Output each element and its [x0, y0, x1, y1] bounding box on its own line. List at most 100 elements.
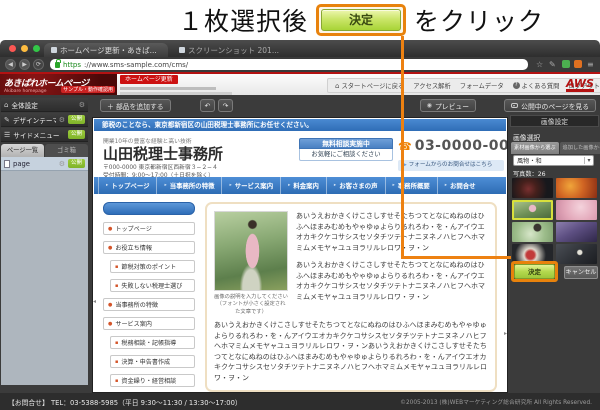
- back-button[interactable]: ◀: [5, 59, 16, 70]
- minimize-window-button[interactable]: [21, 45, 28, 52]
- nav-services[interactable]: ▸サービス案内: [221, 177, 280, 194]
- browser-tab-inactive[interactable]: スクリーンショット 201...: [172, 43, 292, 57]
- phone-block: ☎ 03-0000-0000: [398, 138, 507, 154]
- aws-brand-logo: AWS: [566, 78, 594, 92]
- annotation-suffix: をクリック: [414, 2, 544, 38]
- collapse-left-handle[interactable]: ◂: [93, 298, 96, 305]
- cancel-button[interactable]: キャンセル: [564, 266, 598, 279]
- arrow-icon: ▸: [393, 183, 395, 188]
- wrench-icon[interactable]: ✎: [549, 60, 556, 69]
- content-image-block[interactable]: 画像の説明を入力してください（フォントが小さく設定された文章です）: [214, 211, 288, 316]
- reload-button[interactable]: ⟳: [33, 59, 44, 70]
- bullet-icon: ●: [108, 245, 112, 251]
- menu-subitem[interactable]: ▪失敗しない税理士選び: [110, 279, 195, 292]
- confirm-button[interactable]: 決定: [514, 264, 555, 279]
- page-list-item[interactable]: page ⚙ 公開: [1, 157, 88, 171]
- menu-faq[interactable]: ? よくある質問: [513, 81, 560, 90]
- undo-button[interactable]: ↶: [200, 99, 215, 112]
- extension-orange-icon[interactable]: [574, 60, 582, 68]
- header-menu: ⌂ スタートページに戻る アクセス解析 フォームデータ ? よくある質問 ログア…: [327, 78, 600, 93]
- site-title: 山田税理士事務所: [103, 143, 223, 164]
- image-caption: 画像の説明を入力してください（フォントが小さく設定された文章です）: [214, 294, 288, 316]
- gear-icon[interactable]: ⚙: [79, 101, 85, 109]
- dummy-paragraph-full: あいうえおかきくけこさしすせそたちつてとなにぬねのはひふへほまみむめもやゃゆゅよ…: [214, 320, 488, 383]
- zoom-window-button[interactable]: [33, 45, 40, 52]
- url-field[interactable]: https ://www.sms-sample.com/cms/: [50, 59, 528, 70]
- panel-section-label: 画像選択: [513, 132, 540, 142]
- preview-button[interactable]: ◉ プレビュー: [420, 99, 476, 112]
- redo-button[interactable]: ↷: [218, 99, 233, 112]
- nav-pricing[interactable]: ▸料金案内: [280, 177, 326, 194]
- publish-badge: 公開: [68, 115, 85, 124]
- app-tab-homepage-update[interactable]: ホームページ更新: [120, 75, 178, 84]
- app-header: あきばれホームページ Akibare homepage サンプル・動作確認用 ホ…: [0, 72, 600, 95]
- thumbnail-pink-fabric[interactable]: [556, 200, 597, 220]
- thumbnail-tea-ceremony[interactable]: [512, 222, 553, 242]
- speech-bubble-icon: [511, 103, 518, 108]
- url-scheme: https: [63, 61, 81, 69]
- menu-item[interactable]: ●トップページ: [103, 222, 195, 235]
- nav-about[interactable]: ▸事務所概要: [385, 177, 437, 194]
- collapse-right-handle[interactable]: ▸: [504, 330, 507, 337]
- menu-item[interactable]: ●当事務所の特徴: [103, 298, 195, 311]
- nav-features[interactable]: ▸当事務所の特徴: [156, 177, 221, 194]
- close-window-button[interactable]: [9, 45, 16, 52]
- thumbnail-kimono-garden-selected[interactable]: [512, 200, 553, 220]
- menu-item[interactable]: ●お役立ち情報: [103, 241, 195, 254]
- tab-uploaded-images[interactable]: 追加した画像から選ぶ: [560, 142, 600, 154]
- menu-subitem[interactable]: ▪節税対策のポイント: [110, 260, 195, 273]
- bookmark-star-icon[interactable]: ☆: [536, 60, 543, 69]
- gear-icon[interactable]: ⚙: [59, 160, 65, 168]
- home-icon: ⌂: [335, 82, 339, 90]
- photo-count: 写真数：26: [513, 169, 546, 178]
- akibare-logo: あきばれホームページ Akibare homepage サンプル・動作確認用: [0, 74, 117, 95]
- menu-form-data[interactable]: フォームデータ: [460, 81, 504, 90]
- sidebar-item-side-menu[interactable]: ☰ サイドメニュー 公開: [1, 128, 88, 142]
- tab-trash[interactable]: ゴミ箱: [45, 144, 88, 157]
- annotation-highlight-box: 決定: [316, 4, 406, 36]
- panel-tabs: 素材画像から選ぶ 追加した画像から選ぶ: [511, 142, 600, 154]
- kimono-garden-image[interactable]: [214, 211, 288, 291]
- nav-testimonials[interactable]: ▸お客さまの声: [326, 177, 385, 194]
- menu-access-analytics[interactable]: アクセス解析: [413, 81, 450, 90]
- copyright-text: ©2005-2013 (株)WEBマーケティング総合研究所 All Rights…: [400, 397, 592, 406]
- thumbnail-purple-kimono[interactable]: [556, 222, 597, 242]
- tab-stock-images[interactable]: 素材画像から選ぶ: [511, 142, 559, 154]
- category-select[interactable]: 風物・和 ▾: [513, 155, 594, 166]
- forward-button[interactable]: ▶: [19, 59, 30, 70]
- thumbnail-dark-bowl[interactable]: [512, 178, 553, 198]
- add-part-button[interactable]: ＋ 部品を追加する: [100, 99, 171, 112]
- menu-header-button[interactable]: [103, 202, 195, 215]
- bullet-icon: ▪: [115, 378, 118, 384]
- page-list: page ⚙ 公開: [1, 157, 88, 385]
- question-icon: ?: [513, 82, 520, 89]
- gear-icon[interactable]: ⚙: [59, 116, 65, 124]
- sidebar-item-global-settings[interactable]: ⌂ 全体設定 ⚙: [1, 98, 88, 112]
- menu-start-page[interactable]: ⌂ スタートページに戻る: [335, 81, 404, 90]
- content-block: 画像の説明を入力してください（フォントが小さく設定された文章です） あいうえおか…: [205, 202, 497, 392]
- nav-contact[interactable]: ▸お問合せ: [437, 177, 483, 194]
- tab-favicon: [51, 47, 57, 53]
- tab-page-list[interactable]: ページ一覧: [1, 144, 44, 157]
- nav-top-page[interactable]: ▸トップページ: [98, 177, 156, 194]
- publish-badge: 公開: [68, 130, 85, 139]
- pencil-icon: ✎: [4, 116, 10, 124]
- thumbnail-autumn-leaves[interactable]: [556, 178, 597, 198]
- site-header: 開業10年の豊富な経験と高い技術 山田税理士事務所 〒000-0000 東京都新…: [93, 134, 507, 177]
- menu-subitem[interactable]: ▪税務相談・記帳指導: [110, 336, 195, 349]
- site-topbar: 節税のことなら、東京都新宿区の山田税理士事務所にお任せください。: [94, 119, 506, 131]
- consultation-box-body: お気軽にご相談ください: [299, 149, 393, 161]
- menu-subitem[interactable]: ▪決算・申告書作成: [110, 355, 195, 368]
- site-body: ●トップページ ●お役立ち情報 ▪節税対策のポイント ▪失敗しない税理士選び ●…: [93, 196, 507, 392]
- status-bar: 【お問合せ】 TEL：03-5388-5985（平日 9:30〜11:30 / …: [0, 393, 600, 410]
- browser-tab-active[interactable]: ホームページ更新・あきば...: [44, 43, 168, 57]
- contact-form-link[interactable]: ▶ フォームからのお問合せはこちら: [398, 160, 504, 171]
- browser-menu-icon[interactable]: ≡: [587, 60, 594, 69]
- thumbnail-black-plate[interactable]: [556, 244, 597, 264]
- view-live-page-button[interactable]: 公開中のページを見る: [504, 99, 596, 112]
- bullet-icon: ▪: [115, 264, 118, 270]
- menu-subitem[interactable]: ▪資金繰り・経営相談: [110, 374, 195, 387]
- extension-green-icon[interactable]: [562, 60, 570, 68]
- menu-item[interactable]: ●サービス案内: [103, 317, 195, 330]
- sidebar-item-design-theme[interactable]: ✎ デザインテーマ変更 ⚙ 公開: [1, 113, 88, 127]
